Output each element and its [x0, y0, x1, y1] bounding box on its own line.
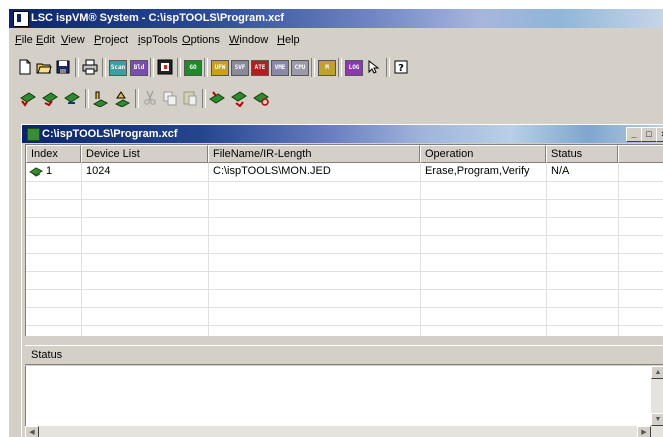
menu-edit[interactable]: Edit — [36, 34, 55, 46]
menu-project[interactable]: Project — [94, 34, 128, 46]
menu-bar: File Edit View Project ispTools Options … — [9, 31, 663, 49]
minimize-button[interactable]: _ — [626, 127, 642, 142]
remove-device-icon[interactable] — [63, 89, 81, 107]
project-file-icon — [27, 128, 40, 141]
refresh-chain-icon[interactable] — [252, 89, 270, 107]
column-header-filename[interactable]: FileName/IR-Length — [208, 145, 420, 163]
column-header-operation[interactable]: Operation — [420, 145, 546, 163]
close-button[interactable]: × — [656, 127, 663, 142]
open-folder-icon[interactable] — [35, 58, 53, 76]
program-icon[interactable] — [156, 58, 174, 76]
pointer-icon[interactable] — [364, 58, 382, 76]
project-title-bar[interactable]: C:\ispTOOLS\Program.xcf _ □ × — [22, 125, 663, 143]
cut-icon[interactable] — [141, 89, 159, 107]
scroll-down-icon[interactable]: ▼ — [651, 413, 663, 426]
cpu-icon[interactable]: CPU — [290, 58, 309, 76]
device-table: Index Device List FileName/IR-Length Ope… — [25, 144, 663, 336]
status-vertical-scrollbar[interactable]: ▲ ▼ — [651, 366, 663, 426]
window-title: LSC ispVM® System - C:\ispTOOLS\Program.… — [31, 12, 285, 24]
log-icon[interactable]: LOG — [344, 58, 363, 76]
title-bar[interactable]: LSC ispVM® System - C:\ispTOOLS\Program.… — [9, 9, 663, 28]
cell-operation: Erase,Program,Verify — [425, 165, 530, 177]
build-chain-icon[interactable]: Bld — [129, 58, 148, 76]
project-window: C:\ispTOOLS\Program.xcf _ □ × Index Devi… — [21, 124, 663, 437]
menu-help[interactable]: Help — [277, 34, 300, 46]
table-header: Index Device List FileName/IR-Length Ope… — [26, 145, 663, 163]
column-header-empty — [618, 145, 663, 163]
copy-icon[interactable] — [161, 89, 179, 107]
scan-chain-icon[interactable]: Scan — [108, 58, 127, 76]
status-output[interactable] — [25, 366, 652, 426]
app-window: LSC ispVM® System - C:\ispTOOLS\Program.… — [8, 8, 663, 437]
status-horizontal-scrollbar[interactable]: ◀ ▶ — [25, 426, 663, 437]
column-header-index[interactable]: Index — [26, 145, 81, 163]
menu-view[interactable]: View — [61, 34, 85, 46]
vme-icon[interactable]: VME — [270, 58, 289, 76]
move-up-icon[interactable] — [208, 89, 226, 107]
maximize-button[interactable]: □ — [641, 127, 657, 142]
device-info-icon[interactable] — [113, 89, 131, 108]
help-icon[interactable]: ? — [392, 58, 410, 76]
device-icon — [29, 165, 43, 177]
edit-device-icon[interactable] — [91, 89, 109, 108]
go-icon[interactable]: GO — [183, 58, 202, 76]
cell-filename: C:\ispTOOLS\MON.JED — [213, 165, 331, 177]
scroll-right-icon[interactable]: ▶ — [637, 426, 651, 437]
menu-isptools[interactable]: ispTools — [138, 34, 178, 46]
column-header-device-list[interactable]: Device List — [81, 145, 208, 163]
move-down-icon[interactable] — [230, 89, 248, 108]
main-toolbar: Scan Bld GO UFW SVF ATE VME CPU M LOG ? — [9, 55, 663, 81]
cell-status: N/A — [551, 165, 570, 177]
project-window-title: C:\ispTOOLS\Program.xcf — [42, 128, 178, 140]
menu-options[interactable]: Options — [182, 34, 220, 46]
add-device-icon[interactable] — [19, 89, 37, 107]
cell-device: 1024 — [86, 165, 111, 177]
column-header-status[interactable]: Status — [546, 145, 618, 163]
print-icon[interactable] — [81, 58, 99, 76]
ufw-icon[interactable]: UFW — [210, 58, 229, 76]
menu-window[interactable]: Window — [229, 34, 268, 46]
device-toolbar — [9, 86, 663, 112]
cell-index: 1 — [46, 165, 53, 177]
status-pane: Status ▲ ▼ ◀ ▶ — [25, 345, 663, 437]
paste-icon[interactable] — [181, 89, 199, 107]
save-icon[interactable] — [54, 58, 72, 76]
tool-icon[interactable]: M — [317, 58, 336, 76]
app-icon[interactable] — [13, 11, 29, 27]
scroll-left-icon[interactable]: ◀ — [25, 426, 39, 437]
status-header: Status — [25, 345, 663, 365]
svg-text:?: ? — [398, 63, 404, 74]
scroll-up-icon[interactable]: ▲ — [651, 366, 663, 379]
new-file-icon[interactable] — [16, 58, 34, 76]
svf-icon[interactable]: SVF — [230, 58, 249, 76]
insert-device-icon[interactable] — [41, 89, 59, 107]
ate-icon[interactable]: ATE — [250, 58, 269, 76]
menu-file[interactable]: File — [15, 34, 33, 46]
